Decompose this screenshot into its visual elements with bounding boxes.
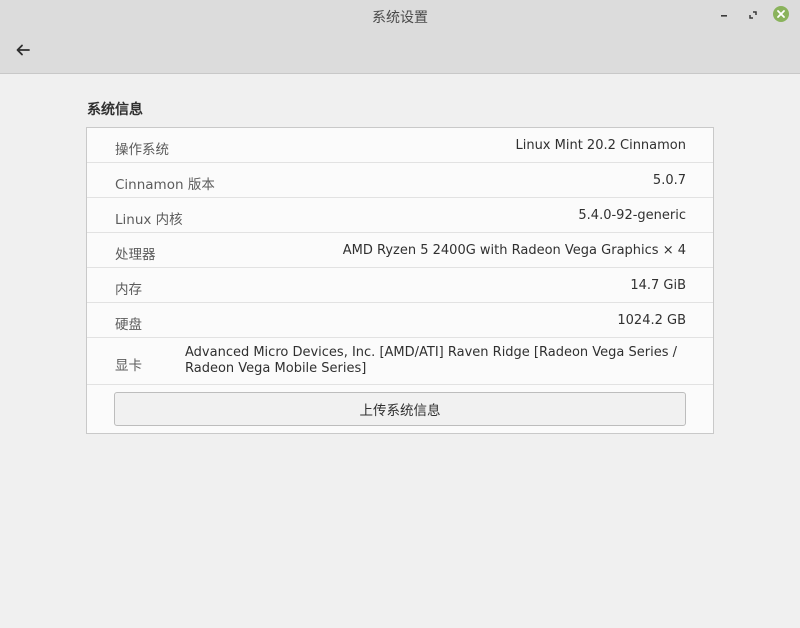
info-row-disk: 硬盘 1024.2 GB — [87, 303, 713, 338]
info-row-processor: 处理器 AMD Ryzen 5 2400G with Radeon Vega G… — [87, 233, 713, 268]
info-row-linux-kernel: Linux 内核 5.4.0-92-generic — [87, 198, 713, 233]
info-value: 5.0.7 — [652, 173, 686, 188]
info-value: 1024.2 GB — [617, 313, 686, 328]
back-arrow-icon — [16, 44, 30, 56]
restore-icon[interactable] — [745, 7, 761, 23]
window-title: 系统设置 — [372, 10, 428, 26]
info-label: 处理器 — [115, 247, 156, 263]
info-value: Linux Mint 20.2 Cinnamon — [515, 138, 686, 153]
minimize-icon[interactable] — [716, 7, 732, 23]
info-value: 14.7 GiB — [630, 278, 686, 293]
info-value: AMD Ryzen 5 2400G with Radeon Vega Graph… — [342, 243, 686, 258]
info-row-cinnamon-version: Cinnamon 版本 5.0.7 — [87, 163, 713, 198]
info-label: 硬盘 — [115, 317, 142, 333]
info-label: 显卡 — [115, 358, 142, 374]
back-button[interactable] — [12, 40, 34, 60]
info-label: Linux 内核 — [115, 212, 183, 228]
info-label: 内存 — [115, 282, 142, 298]
info-label: 操作系统 — [115, 142, 169, 158]
close-icon[interactable] — [773, 6, 789, 22]
info-label: Cinnamon 版本 — [115, 177, 215, 193]
info-value: Advanced Micro Devices, Inc. [AMD/ATI] R… — [185, 345, 678, 376]
system-info-card: 操作系统 Linux Mint 20.2 Cinnamon Cinnamon 版… — [86, 127, 714, 434]
upload-system-info-button[interactable]: 上传系统信息 — [114, 392, 686, 426]
title-bar: 系统设置 — [0, 0, 800, 74]
info-row-memory: 内存 14.7 GiB — [87, 268, 713, 303]
info-row-os: 操作系统 Linux Mint 20.2 Cinnamon — [87, 128, 713, 163]
info-value: 5.4.0-92-generic — [578, 208, 686, 223]
section-title: 系统信息 — [87, 102, 143, 118]
info-row-graphics: 显卡 Advanced Micro Devices, Inc. [AMD/ATI… — [87, 338, 713, 385]
